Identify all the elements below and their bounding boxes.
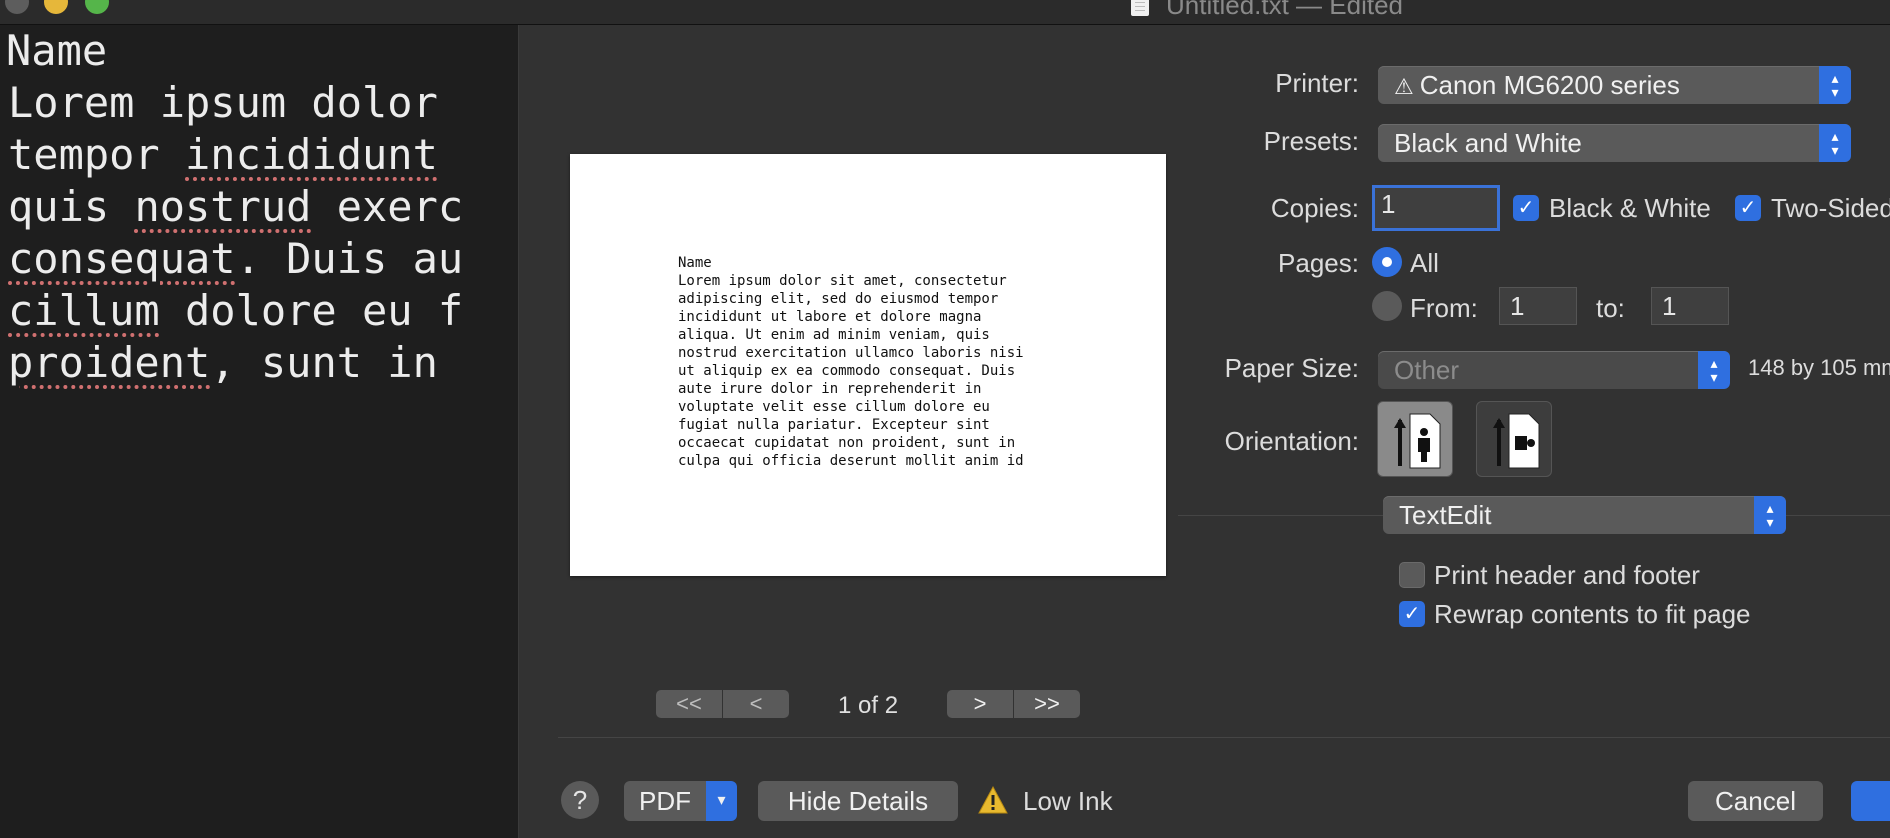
misspelled-word[interactable]: incididunt xyxy=(185,130,438,179)
editor-line: Name xyxy=(6,26,108,75)
document-icon xyxy=(1131,0,1149,16)
pages-to-label: to: xyxy=(1596,293,1625,323)
pages-from-field[interactable]: 1 xyxy=(1499,287,1577,325)
misspelled-word[interactable]: consequat xyxy=(8,234,236,283)
print-button[interactable] xyxy=(1851,781,1890,821)
paper-size-label: Paper Size: xyxy=(1224,353,1359,383)
editor-line: proident, sunt in xyxy=(8,338,438,387)
printer-popup[interactable]: ⚠ Canon MG6200 series ▴ ▾ xyxy=(1378,66,1851,104)
copies-label: Copies: xyxy=(1270,193,1359,223)
print-preview-text: Name Lorem ipsum dolor sit amet, consect… xyxy=(678,255,1024,469)
text-editor[interactable]: Name Lorem ipsum dolor tempor incididunt… xyxy=(0,25,519,838)
chevron-updown-icon: ▴ ▾ xyxy=(1819,66,1851,104)
editor-line: tempor incididunt xyxy=(0,129,518,181)
pdf-menu-chevron-icon[interactable]: ▾ xyxy=(706,781,737,821)
editor-line: consequat. Duis au xyxy=(8,234,464,283)
copies-field[interactable]: 1 xyxy=(1372,185,1500,231)
previous-page-button[interactable]: < xyxy=(723,690,789,718)
next-page-button[interactable]: > xyxy=(947,690,1013,718)
pages-range-radio[interactable] xyxy=(1372,291,1402,321)
editor-line: quis nostrud exerc xyxy=(8,182,464,231)
last-page-button[interactable]: >> xyxy=(1014,690,1080,718)
window-title: Untitled.txt — Edited xyxy=(1166,0,1403,20)
footer-divider xyxy=(558,737,1890,738)
black-white-label: Black & White xyxy=(1549,193,1711,223)
chevron-updown-icon: ▴ ▾ xyxy=(1819,124,1851,162)
zoom-window-button[interactable] xyxy=(85,0,109,14)
landscape-orientation-button[interactable] xyxy=(1476,401,1552,477)
two-sided-label: Two-Sided xyxy=(1771,193,1890,223)
minimize-window-button[interactable] xyxy=(44,0,68,14)
editor-line: Lorem ipsum dolor xyxy=(8,78,438,127)
chevron-updown-icon: ▴ ▾ xyxy=(1698,351,1730,389)
pages-label: Pages: xyxy=(1278,248,1359,278)
header-footer-checkbox[interactable] xyxy=(1399,562,1425,588)
chevron-updown-icon: ▴ ▾ xyxy=(1754,496,1786,534)
printer-label: Printer: xyxy=(1275,68,1359,98)
print-section-popup[interactable]: TextEdit ▴ ▾ xyxy=(1383,496,1786,534)
paper-size-value: Other xyxy=(1394,355,1460,385)
presets-popup[interactable]: Black and White ▴ ▾ xyxy=(1378,124,1851,162)
paper-size-popup[interactable]: Other ▴ ▾ xyxy=(1378,351,1730,389)
header-footer-label: Print header and footer xyxy=(1434,560,1700,590)
cancel-button[interactable]: Cancel xyxy=(1688,781,1823,821)
two-sided-checkbox[interactable]: ✓ xyxy=(1735,195,1761,221)
page-indicator: 1 of 2 xyxy=(838,692,899,719)
low-ink-warning-icon xyxy=(978,785,1008,814)
pages-all-label: All xyxy=(1410,248,1439,278)
help-button[interactable]: ? xyxy=(561,781,599,819)
close-window-button[interactable] xyxy=(5,0,29,14)
print-dialog: Name Lorem ipsum dolor sit amet, consect… xyxy=(519,25,1890,838)
misspelled-word[interactable]: cillum xyxy=(8,286,160,335)
first-page-button[interactable]: << xyxy=(656,690,722,718)
pdf-button[interactable]: PDF xyxy=(624,781,706,821)
landscape-orientation-icon xyxy=(1493,413,1540,469)
window-titlebar: Untitled.txt — Edited xyxy=(0,0,1890,25)
printer-value: Canon MG6200 series xyxy=(1419,70,1680,100)
misspelled-word[interactable]: proident xyxy=(8,338,210,387)
editor-line: cillum dolore eu f xyxy=(8,286,464,335)
print-preview-page: Name Lorem ipsum dolor sit amet, consect… xyxy=(570,154,1166,576)
low-ink-label: Low Ink xyxy=(1023,786,1113,816)
rewrap-label: Rewrap contents to fit page xyxy=(1434,599,1751,629)
orientation-label: Orientation: xyxy=(1224,426,1359,456)
hide-details-button[interactable]: Hide Details xyxy=(758,781,958,821)
editor-line-text: tempor incididunt xyxy=(8,130,438,179)
warning-icon: ⚠ xyxy=(1394,74,1414,99)
pages-to-field[interactable]: 1 xyxy=(1651,287,1729,325)
rewrap-checkbox[interactable]: ✓ xyxy=(1399,601,1425,627)
portrait-orientation-button[interactable] xyxy=(1377,401,1453,477)
paper-size-dimensions: 148 by 105 mm xyxy=(1748,355,1890,380)
misspelled-word[interactable]: nostrud xyxy=(134,182,311,231)
pages-all-radio[interactable] xyxy=(1372,247,1402,277)
print-section-value: TextEdit xyxy=(1399,500,1492,530)
black-white-checkbox[interactable]: ✓ xyxy=(1513,195,1539,221)
presets-label: Presets: xyxy=(1263,126,1359,156)
pages-from-label: From: xyxy=(1410,293,1478,323)
portrait-orientation-icon xyxy=(1394,413,1441,469)
presets-value: Black and White xyxy=(1394,128,1582,158)
